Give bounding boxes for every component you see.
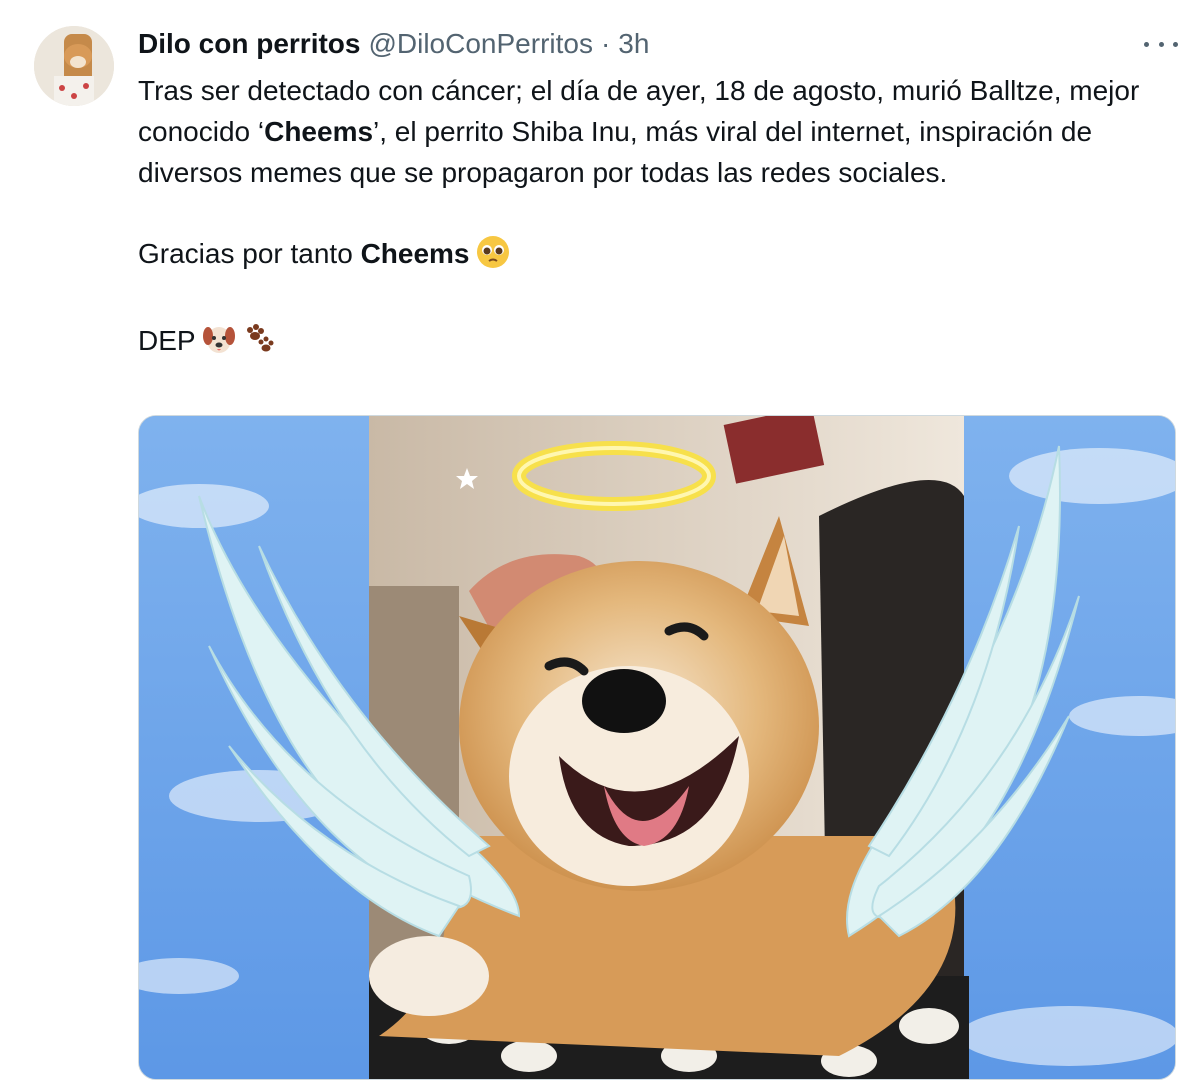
tweet-card[interactable]: Dilo con perritos @DiloConPerritos · 3h … [0,0,1200,1083]
tweet-paragraph-3: DEP [138,320,1178,367]
more-horizontal-icon-dot [1173,41,1178,47]
tweet-header: Dilo con perritos @DiloConPerritos · 3h [138,28,649,64]
tweet-paragraph-2: Gracias por tanto Cheems [138,233,1178,280]
author-display-name[interactable]: Dilo con perritos [138,28,360,60]
tweet-bold-cheems: Cheems [360,238,470,269]
dog-face-emoji [202,322,236,367]
tweet-timestamp[interactable]: 3h [618,28,649,60]
more-horizontal-icon [1144,41,1149,47]
pleading-face-emoji [476,235,510,280]
tweet-bold-cheems: Cheems [264,116,374,147]
paw-prints-emoji [242,322,276,367]
more-options-button[interactable] [1144,34,1178,54]
tweet-text: Tras ser detectado con cáncer; el día de… [138,70,1178,367]
tweet-media-image[interactable] [138,415,1176,1080]
tweet-text-part: Gracias por tanto [138,238,361,269]
tweet-paragraph-1: Tras ser detectado con cáncer; el día de… [138,70,1178,193]
header-separator: · [600,28,611,59]
author-avatar[interactable] [34,26,114,106]
tweet-text-part: DEP [138,325,196,356]
more-horizontal-icon-dot [1158,41,1164,47]
author-handle[interactable]: @DiloConPerritos [368,28,593,60]
